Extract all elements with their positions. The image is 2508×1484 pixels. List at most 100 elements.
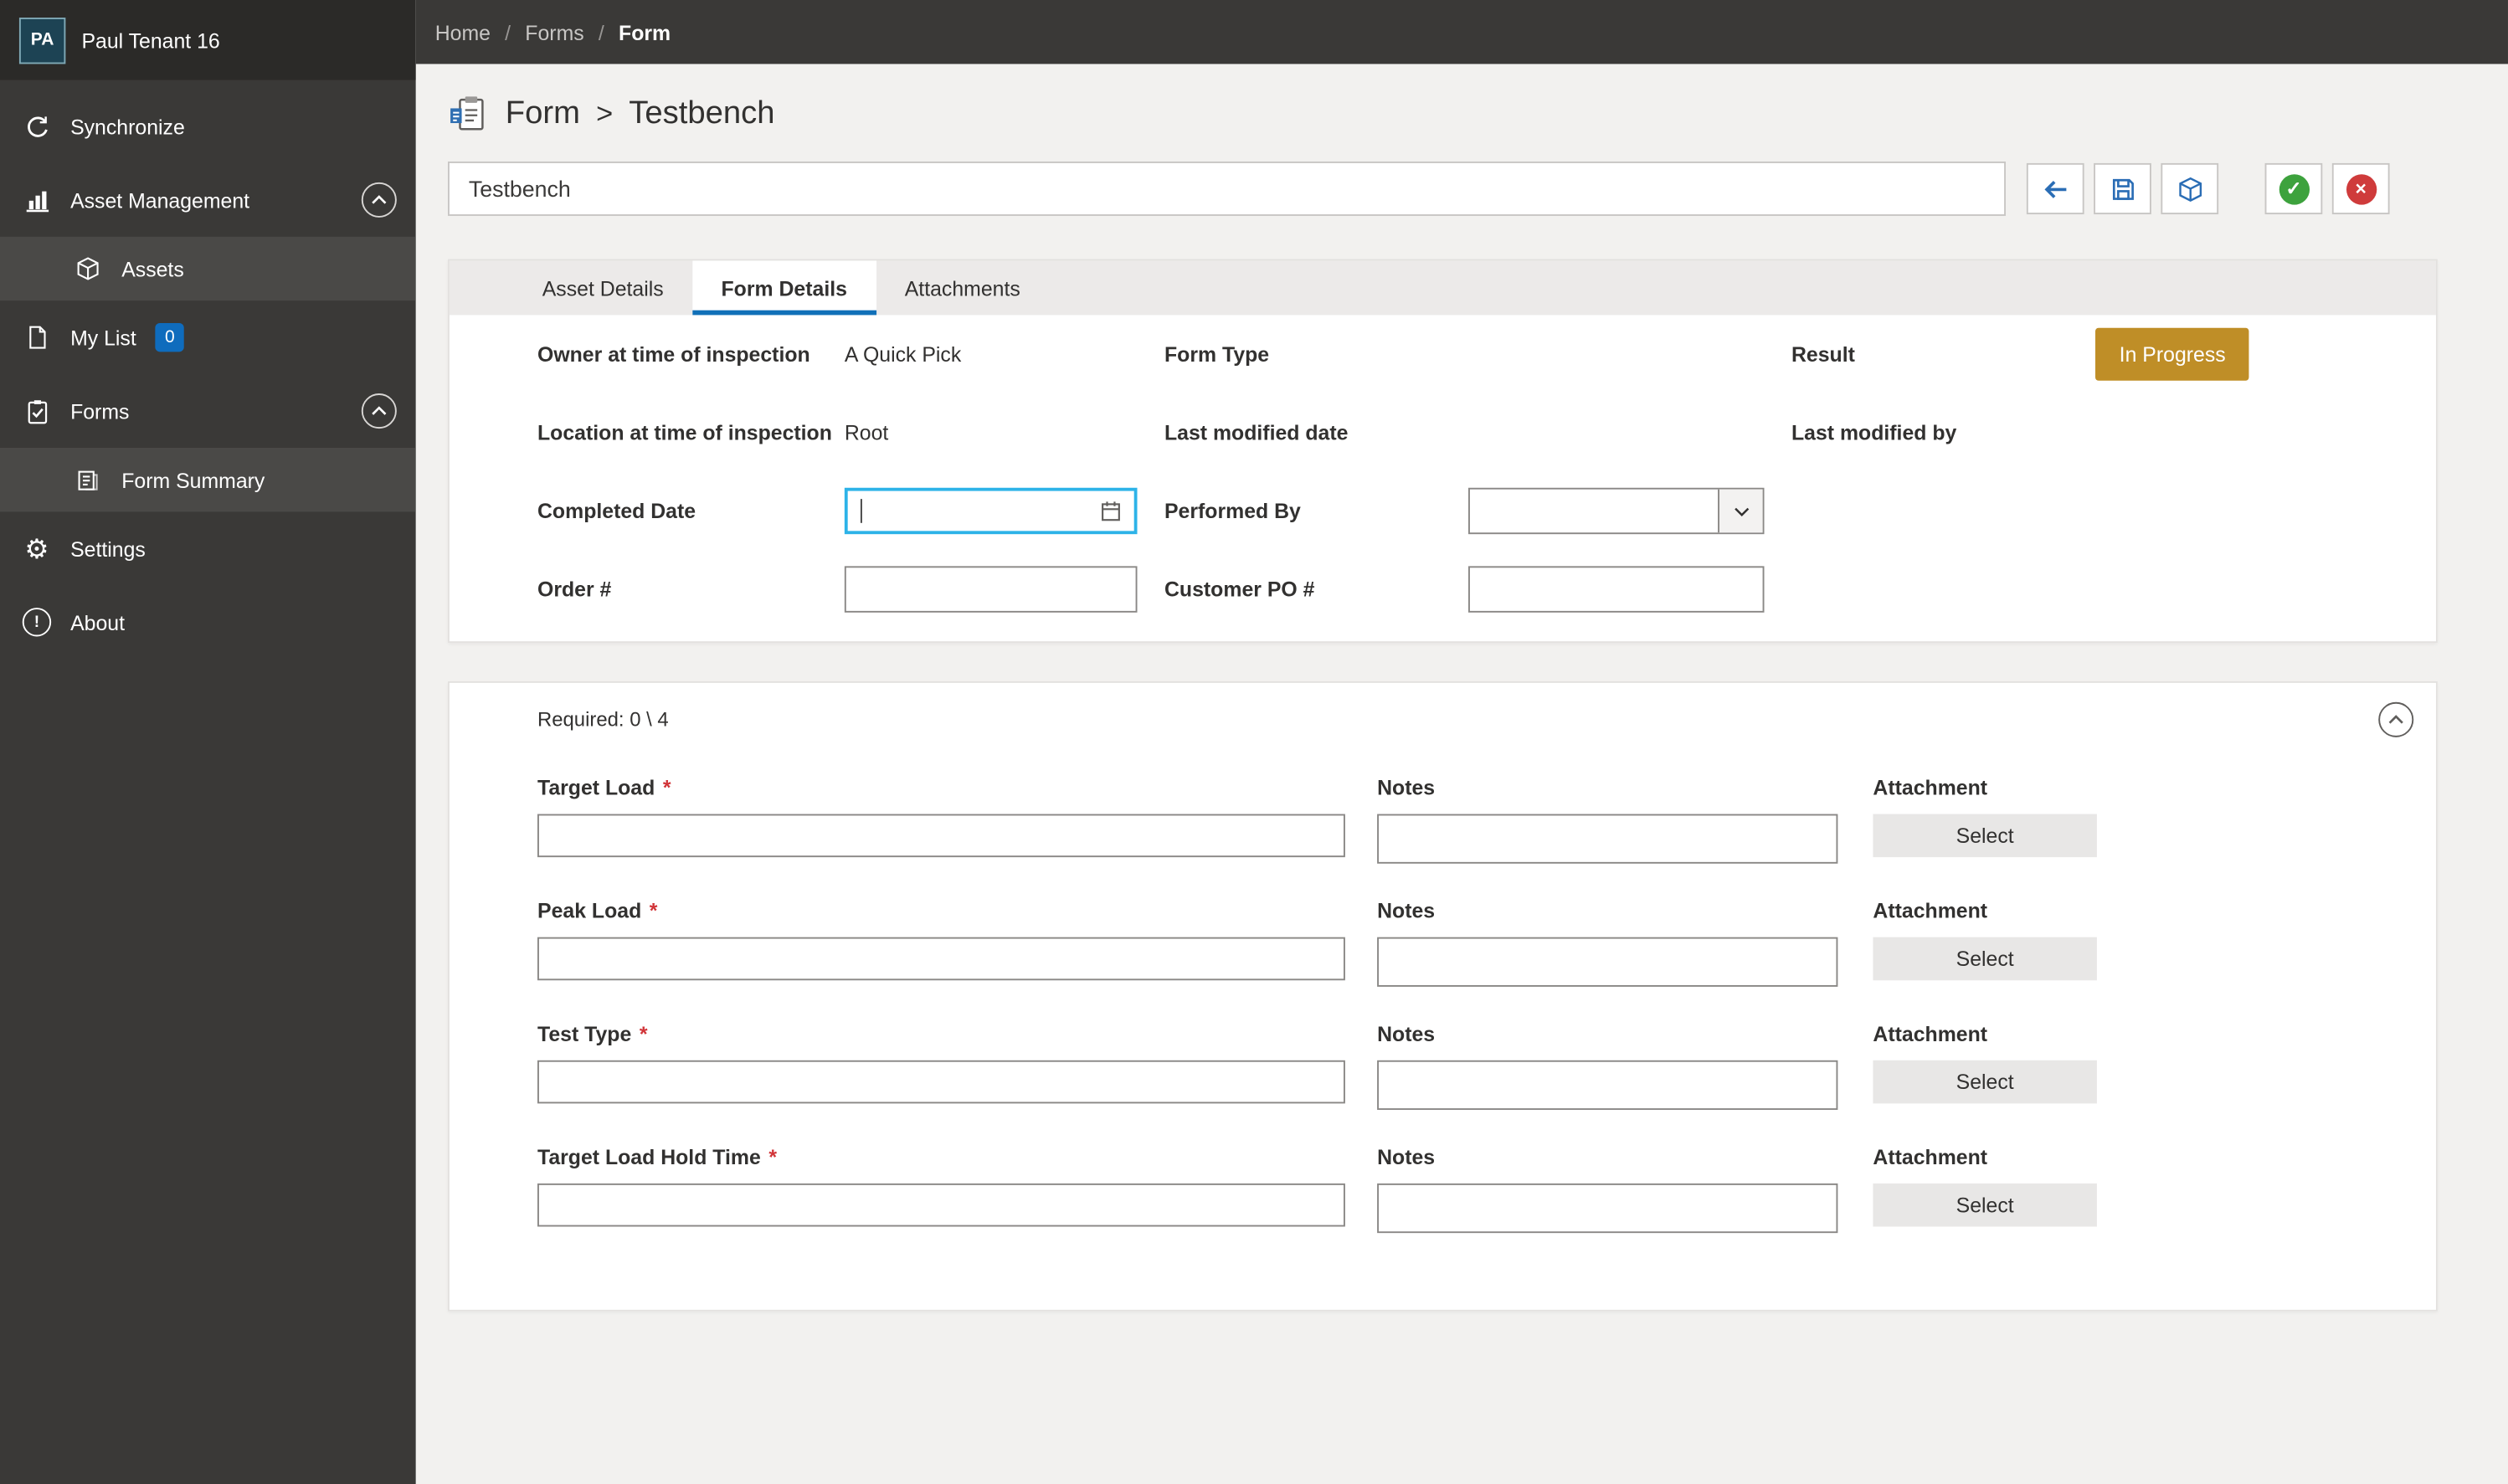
calendar-icon[interactable] [1099, 499, 1123, 523]
target-load-hold-time-notes-input[interactable] [1377, 1183, 1838, 1234]
required-asterisk: * [639, 1021, 648, 1046]
sidebar-item-label: About [70, 609, 126, 634]
app-window: PA Paul Tenant 16 Synchronize Asset Mana… [0, 0, 2508, 1484]
sidebar-item-my-list[interactable]: My List 0 [0, 300, 416, 374]
sidebar-item-assets[interactable]: Assets [0, 236, 416, 301]
page-header: Form > Testbench [448, 90, 2508, 137]
performed-by-select[interactable] [1468, 487, 1765, 535]
reject-button[interactable]: × [2331, 162, 2390, 215]
breadcrumb-forms[interactable]: Forms [525, 20, 583, 44]
test-type-notes-input[interactable] [1377, 1060, 1838, 1111]
toolbar-button-group [2026, 162, 2219, 215]
test-type-input[interactable] [537, 1060, 1345, 1104]
notes-label: Notes [1377, 898, 1436, 923]
required-rows: Target Load * Notes Attachment Select Pe… [537, 775, 2436, 1234]
completed-date-label: Completed Date [537, 499, 696, 523]
peak-load-notes-input[interactable] [1377, 937, 1838, 987]
form-summary-icon [74, 465, 102, 494]
owner-value: A Quick Pick [844, 341, 962, 367]
attachment-select-button[interactable]: Select [1873, 1183, 2097, 1227]
sidebar-item-form-summary[interactable]: Form Summary [0, 447, 416, 512]
sidebar-item-about[interactable]: ! About [0, 585, 416, 659]
page-title: Form [505, 95, 580, 131]
save-button[interactable] [2094, 162, 2151, 215]
required-asterisk: * [768, 1145, 778, 1169]
location-label: Location at time of inspection [537, 420, 832, 445]
sidebar-item-synchronize[interactable]: Synchronize [0, 90, 416, 163]
main-area: Home / Forms / Form Form > Testbench Tes… [415, 0, 2508, 1484]
attachment-label: Attachment [1873, 1021, 1988, 1046]
approve-button[interactable]: ✓ [2264, 162, 2323, 215]
sidebar-item-label: My List [70, 325, 136, 350]
text-caret [860, 499, 862, 523]
sidebar-item-settings[interactable]: ⚙ Settings [0, 511, 416, 585]
sidebar-item-label: Synchronize [70, 114, 185, 139]
notes-label: Notes [1377, 1145, 1436, 1169]
collapse-chevron-icon[interactable] [361, 182, 397, 218]
result-label: Result [1791, 341, 1855, 367]
tab-strip: Asset Details Form Details Attachments [449, 260, 2436, 316]
sidebar-item-label: Form Summary [121, 467, 265, 492]
toolbar: ✓ × [447, 157, 2508, 220]
gear-icon: ⚙ [24, 533, 49, 564]
breadcrumb-current: Form [619, 19, 671, 44]
required-fields-card: Required: 0 \ 4 Target Load * Notes Atta… [447, 680, 2438, 1312]
list-page-icon [23, 323, 51, 352]
tab-form-details[interactable]: Form Details [692, 260, 876, 316]
close-icon: × [2346, 173, 2377, 204]
cube-icon [74, 254, 102, 283]
target-load-input[interactable] [537, 814, 1345, 858]
field-row-test-type: Test Type * Notes Attachment Select [537, 1021, 2436, 1111]
performed-by-value [1470, 490, 1718, 533]
result-status-button[interactable]: In Progress [2095, 327, 2250, 381]
breadcrumb-home[interactable]: Home [435, 20, 491, 44]
chevron-down-icon[interactable] [1718, 489, 1763, 533]
sync-icon [23, 112, 51, 141]
target-load-notes-input[interactable] [1377, 814, 1838, 864]
order-label: Order # [537, 577, 612, 602]
field-row-peak-load: Peak Load * Notes Attachment Select [537, 899, 2436, 987]
required-asterisk: * [662, 775, 671, 800]
last-modified-date-label: Last modified date [1164, 420, 1349, 445]
peak-load-input[interactable] [537, 937, 1345, 981]
sidebar-nav: Synchronize Asset Management Assets My L… [0, 80, 416, 660]
field-label: Peak Load * [537, 898, 658, 923]
required-count: Required: 0 \ 4 [537, 708, 669, 732]
bar-chart-icon [23, 186, 51, 214]
target-load-hold-time-input[interactable] [537, 1183, 1345, 1227]
back-button[interactable] [2026, 162, 2084, 215]
sidebar-item-label: Assets [121, 256, 184, 281]
form-name-input[interactable] [447, 161, 2007, 216]
collapse-section-icon[interactable] [2378, 701, 2414, 737]
package-button[interactable] [2161, 162, 2219, 215]
location-value: Root [844, 420, 889, 445]
breadcrumb: Home / Forms / Form [415, 0, 2508, 64]
attachment-select-button[interactable]: Select [1873, 814, 2097, 858]
form-details-card: Asset Details Form Details Attachments O… [447, 259, 2438, 644]
sidebar-item-forms[interactable]: Forms [0, 374, 416, 448]
field-row-target-load-hold-time: Target Load Hold Time * Notes Attachment… [537, 1145, 2436, 1234]
form-type-label: Form Type [1164, 341, 1270, 367]
content: Form > Testbench Testbench ✓ × Asset Det… [416, 64, 2508, 1484]
notes-label: Notes [1377, 775, 1436, 800]
sidebar: PA Paul Tenant 16 Synchronize Asset Mana… [0, 0, 416, 1484]
order-input[interactable] [844, 566, 1138, 613]
completed-date-input[interactable] [844, 487, 1138, 535]
last-modified-by-label: Last modified by [1791, 420, 1957, 445]
my-list-count-badge: 0 [155, 322, 185, 352]
title-separator: > [596, 96, 614, 129]
sidebar-item-label: Settings [70, 537, 146, 561]
form-page-icon [448, 95, 490, 133]
tab-attachments[interactable]: Attachments [876, 260, 1049, 315]
info-icon: ! [22, 608, 52, 637]
breadcrumb-separator: / [598, 19, 604, 44]
tenant-header[interactable]: PA Paul Tenant 16 [0, 0, 416, 80]
collapse-chevron-icon[interactable] [361, 393, 397, 429]
attachment-select-button[interactable]: Select [1873, 1060, 2097, 1104]
field-label: Test Type * [537, 1021, 648, 1046]
customer-po-input[interactable] [1468, 566, 1765, 613]
attachment-select-button[interactable]: Select [1873, 937, 2097, 981]
sidebar-item-asset-management[interactable]: Asset Management [0, 163, 416, 237]
field-label: Target Load * [537, 775, 671, 800]
tab-asset-details[interactable]: Asset Details [513, 260, 692, 315]
